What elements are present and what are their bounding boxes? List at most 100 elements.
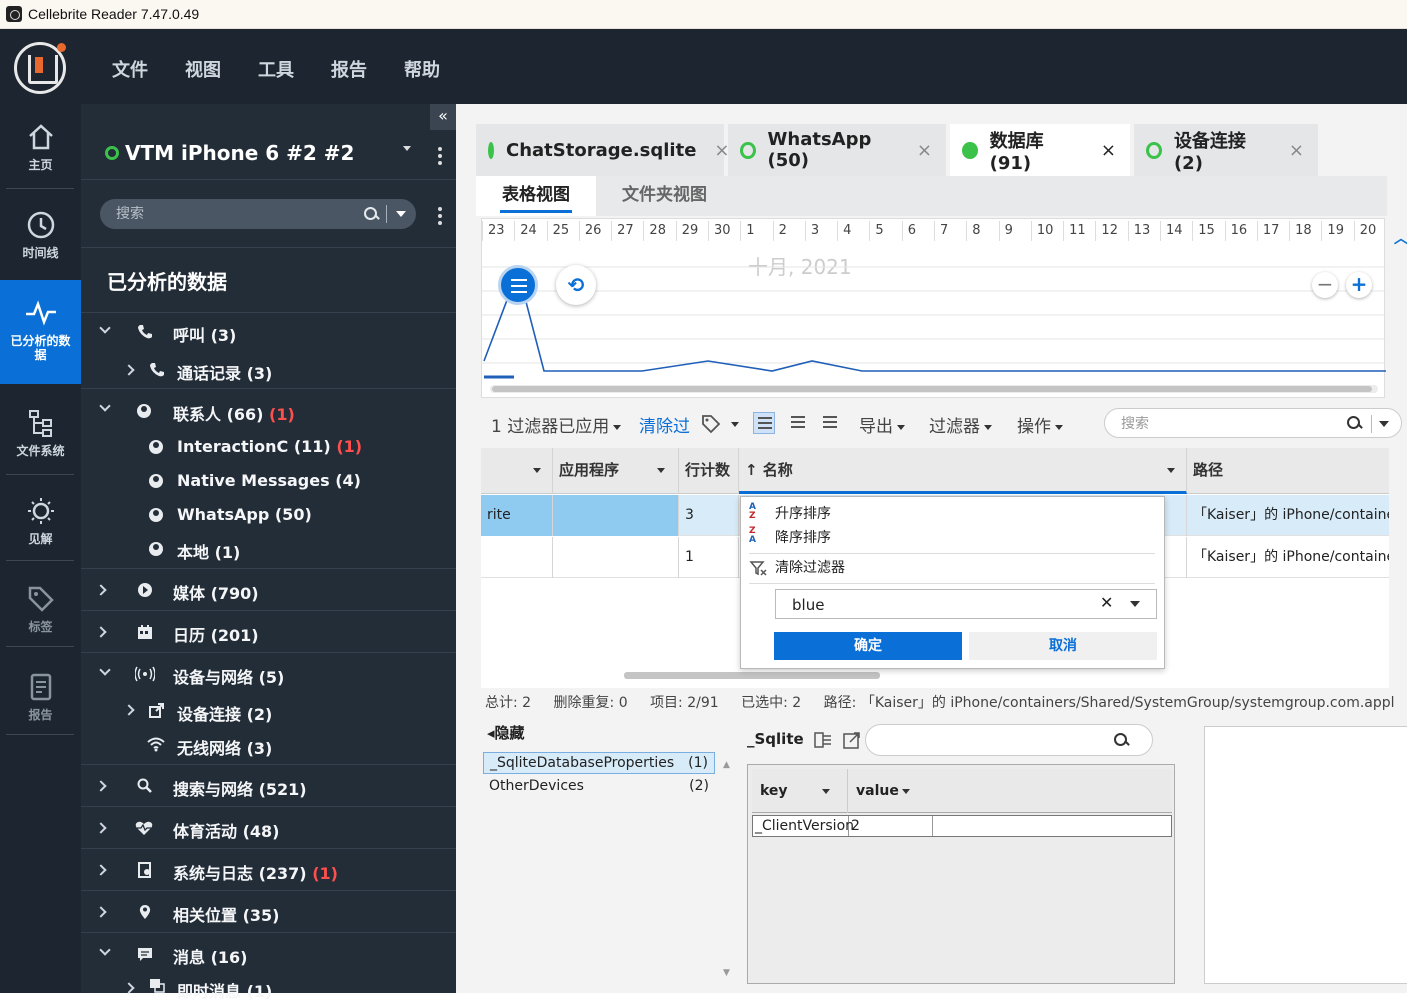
clear-filter-item[interactable]: 清除过滤器	[749, 557, 845, 579]
column-header-row-count[interactable]: 行计数	[679, 448, 739, 494]
column-header-app[interactable]: 应用程序	[553, 448, 679, 494]
device-more-icon[interactable]	[438, 147, 442, 168]
rail-report[interactable]: 报告	[0, 654, 81, 738]
search-icon[interactable]	[1114, 733, 1128, 747]
chevron-right-icon[interactable]	[123, 982, 135, 994]
tree-item-devices-networks[interactable]: 设备与网络 (5)	[81, 654, 456, 694]
open-external-icon[interactable]	[842, 731, 862, 749]
timeline-scrollbar[interactable]	[490, 385, 1378, 393]
tree-item-contacts[interactable]: 联系人 (66) (1)	[81, 390, 456, 430]
chevron-right-icon[interactable]	[95, 626, 107, 638]
chevron-down-icon[interactable]	[99, 664, 111, 676]
sort-ascending-item[interactable]: AZ 升序排序	[749, 503, 831, 525]
tree-item-fitness[interactable]: 体育活动 (48)	[81, 808, 456, 848]
chevron-right-icon[interactable]	[123, 704, 135, 716]
chevron-right-icon[interactable]	[95, 780, 107, 792]
tree-item-instant-messages[interactable]: 即时消息 (1)	[81, 974, 456, 1002]
chevron-down-icon[interactable]	[99, 322, 111, 334]
menu-view[interactable]: 视图	[185, 56, 221, 82]
filter-dropdown[interactable]: 过滤器	[929, 412, 992, 437]
search-options-icon[interactable]	[1379, 421, 1389, 427]
tree-item-device-connections[interactable]: 设备连接 (2)	[81, 694, 456, 728]
column-header-value[interactable]: value	[848, 769, 1172, 813]
search-icon[interactable]	[364, 207, 378, 221]
tree-item-wireless[interactable]: 无线网络 (3)	[81, 728, 456, 762]
rail-timeline[interactable]: 时间线	[0, 192, 81, 276]
actions-dropdown[interactable]: 操作	[1017, 412, 1063, 437]
rail-file-system[interactable]: 文件系统	[0, 390, 81, 474]
chevron-right-icon[interactable]	[95, 864, 107, 876]
refresh-button[interactable]: ⟲	[556, 265, 596, 305]
menu-tools[interactable]: 工具	[258, 56, 294, 82]
tree-item-search-web[interactable]: 搜索与网络 (521)	[81, 766, 456, 806]
tab-chatstorage[interactable]: ChatStorage.sqlite ×	[476, 124, 730, 176]
filters-applied-dropdown[interactable]: 1 过滤器已应用	[491, 412, 622, 437]
cancel-button[interactable]: 取消	[969, 632, 1157, 660]
collapse-sidebar-icon[interactable]: «	[430, 104, 456, 130]
list-item[interactable]: OtherDevices (2)	[483, 776, 715, 798]
chevron-down-icon[interactable]	[99, 944, 111, 956]
tree-item-locations[interactable]: 相关位置 (35)	[81, 892, 456, 932]
table-search[interactable]	[865, 724, 1153, 756]
close-tab-icon[interactable]: ×	[1101, 140, 1116, 161]
list-view-button[interactable]	[498, 265, 538, 305]
rail-analyzed-data[interactable]: 已分析的数据	[0, 280, 81, 384]
column-header-path[interactable]: 路径	[1187, 448, 1389, 494]
table-row[interactable]: _ClientVersion 2	[752, 815, 1172, 837]
menu-report[interactable]: 报告	[331, 56, 367, 82]
tab-whatsapp[interactable]: WhatsApp (50) ×	[728, 124, 946, 176]
filter-value-input[interactable]	[792, 595, 1092, 615]
clear-value-icon[interactable]: ✕	[1100, 593, 1113, 612]
tree-item-calendar[interactable]: 日历 (201)	[81, 612, 456, 652]
tab-device-connections[interactable]: 设备连接 (2) ×	[1134, 124, 1318, 176]
hide-toggle[interactable]: ◂隐藏	[487, 722, 525, 743]
list-item[interactable]: _SqliteDatabaseProperties (1)	[483, 752, 715, 774]
chevron-down-icon[interactable]	[99, 400, 111, 412]
tab-folder-view[interactable]: 文件夹视图	[622, 176, 707, 216]
tree-item-local[interactable]: 本地 (1)	[81, 532, 456, 566]
detail-view-icon[interactable]	[753, 412, 775, 434]
rail-tags[interactable]: 标签	[0, 566, 81, 650]
checklist-view-icon[interactable]	[787, 412, 809, 434]
column-header-key[interactable]: key	[752, 769, 848, 813]
tree-item-call-log[interactable]: 通话记录 (3)	[81, 352, 456, 388]
sidebar-more-icon[interactable]	[438, 207, 442, 228]
chevron-right-icon[interactable]	[95, 822, 107, 834]
chevron-right-icon[interactable]	[123, 364, 135, 376]
menu-help[interactable]: 帮助	[404, 56, 440, 82]
device-selector[interactable]: VTM iPhone 6 #2 #2	[105, 141, 354, 165]
tab-table-view[interactable]: 表格视图	[476, 176, 596, 216]
scroll-up-icon[interactable]: ▲	[723, 760, 730, 770]
sidebar-search-input[interactable]	[116, 204, 356, 224]
search-icon[interactable]	[1347, 416, 1361, 430]
chevron-right-icon[interactable]	[95, 584, 107, 596]
column-header-first[interactable]	[481, 448, 553, 494]
rail-insights[interactable]: 见解	[0, 478, 81, 562]
sort-descending-item[interactable]: ZA 降序排序	[749, 527, 831, 549]
clear-filter-button[interactable]: 清除过	[639, 412, 690, 437]
tree-item-media[interactable]: 媒体 (790)	[81, 570, 456, 610]
ok-button[interactable]: 确定	[774, 632, 962, 660]
filter-options-icon[interactable]	[1130, 601, 1140, 607]
grid-horizontal-scrollbar[interactable]	[481, 668, 1389, 682]
chevron-right-icon[interactable]	[95, 906, 107, 918]
tree-item-interactionc[interactable]: InteractionC (11) (1)	[81, 430, 456, 464]
export-dropdown[interactable]: 导出	[859, 412, 905, 437]
search-options-icon[interactable]	[396, 211, 406, 217]
scroll-down-icon[interactable]: ▼	[723, 968, 730, 978]
zoom-out-button[interactable]: −	[1312, 272, 1338, 298]
tree-item-whatsapp[interactable]: WhatsApp (50)	[81, 498, 456, 532]
tree-item-native-messages[interactable]: Native Messages (4)	[81, 464, 456, 498]
grid-search-input[interactable]	[1121, 414, 1321, 434]
rail-home[interactable]: 主页	[0, 104, 81, 188]
menu-file[interactable]: 文件	[112, 56, 148, 82]
tree-item-messages[interactable]: 消息 (16)	[81, 934, 456, 974]
column-header-name[interactable]: ↑ 名称	[739, 448, 1187, 494]
tag-filter-icon[interactable]	[701, 414, 721, 434]
tab-database[interactable]: 数据库 (91) ×	[950, 124, 1130, 176]
close-tab-icon[interactable]: ×	[917, 140, 932, 161]
zoom-in-button[interactable]: +	[1346, 272, 1372, 298]
close-tab-icon[interactable]: ×	[1289, 140, 1304, 161]
collapse-timeline-icon[interactable]: ︿	[1394, 228, 1407, 248]
list-view-icon[interactable]	[819, 412, 841, 434]
